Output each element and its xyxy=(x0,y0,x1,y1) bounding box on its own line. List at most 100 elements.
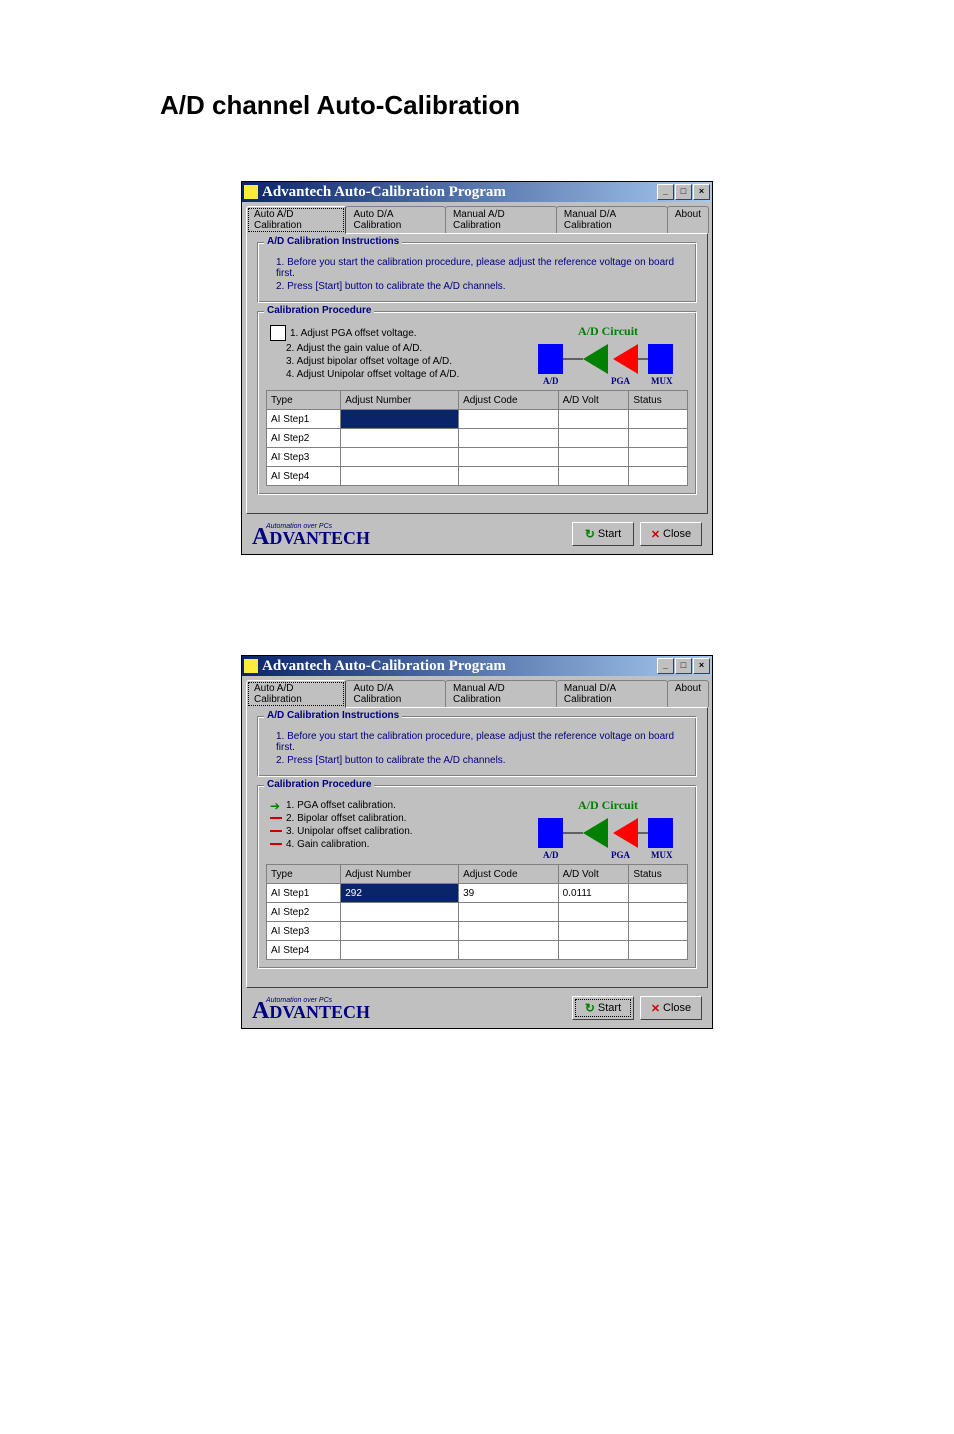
tab-manual-da[interactable]: Manual D/A Calibration xyxy=(556,680,668,707)
step-text: 4. Gain calibration. xyxy=(286,839,369,850)
step-text: 1. PGA offset calibration. xyxy=(286,800,396,811)
minimize-button[interactable]: _ xyxy=(657,658,674,674)
cell-type: AI Step3 xyxy=(267,922,341,941)
cell-type: AI Step4 xyxy=(267,941,341,960)
app-window: Advantech Auto-Calibration Program _ □ ×… xyxy=(241,655,713,1029)
tab-about[interactable]: About xyxy=(667,680,709,707)
close-icon xyxy=(651,1002,660,1015)
step-text: 1. Adjust PGA offset voltage. xyxy=(290,328,417,339)
step-text: 4. Adjust Unipolar offset voltage of A/D… xyxy=(286,369,459,380)
start-button[interactable]: Start xyxy=(572,522,634,546)
step-pending-icon xyxy=(270,843,282,845)
step-text: 3. Unipolar offset calibration. xyxy=(286,826,413,837)
circuit-title: A/D Circuit xyxy=(528,324,688,339)
titlebar: Advantech Auto-Calibration Program _ □ × xyxy=(242,182,712,202)
step-indicator-icon xyxy=(270,342,282,354)
col-header: Adjust Code xyxy=(459,865,559,884)
instruction-line: 2. Press [Start] button to calibrate the… xyxy=(276,755,688,766)
table-row: AI Step3 xyxy=(267,448,688,467)
close-window-button[interactable]: × xyxy=(693,658,710,674)
start-icon xyxy=(585,527,595,541)
close-button[interactable]: Close xyxy=(640,522,702,546)
instructions-title: A/D Calibration Instructions xyxy=(264,710,402,721)
cell-adjust-code xyxy=(459,922,559,941)
tab-about[interactable]: About xyxy=(667,206,709,233)
tab-auto-da[interactable]: Auto D/A Calibration xyxy=(345,680,445,707)
cell-adjust-number xyxy=(341,922,459,941)
cell-type: AI Step4 xyxy=(267,467,341,486)
titlebar: Advantech Auto-Calibration Program _ □ × xyxy=(242,656,712,676)
svg-text:A/D: A/D xyxy=(543,850,559,860)
instruction-line: 1. Before you start the calibration proc… xyxy=(276,731,688,753)
table-row: AI Step4 xyxy=(267,941,688,960)
tab-auto-da[interactable]: Auto D/A Calibration xyxy=(345,206,445,233)
step-pending-icon xyxy=(270,817,282,819)
window-title: Advantech Auto-Calibration Program xyxy=(262,184,657,201)
cell-adjust-code xyxy=(459,903,559,922)
svg-text:MUX: MUX xyxy=(651,850,673,860)
cell-adjust-number xyxy=(341,448,459,467)
procedure-title: Calibration Procedure xyxy=(264,779,374,790)
instructions-title: A/D Calibration Instructions xyxy=(264,236,402,247)
table-row: AI Step2 xyxy=(267,903,688,922)
tab-auto-ad[interactable]: Auto A/D Calibration xyxy=(246,680,346,708)
cell-status xyxy=(629,467,688,486)
step-text: 2. Adjust the gain value of A/D. xyxy=(286,343,422,354)
tab-manual-ad[interactable]: Manual A/D Calibration xyxy=(445,206,557,233)
circuit-title: A/D Circuit xyxy=(528,798,688,813)
window-title: Advantech Auto-Calibration Program xyxy=(262,658,657,675)
instruction-line: 1. Before you start the calibration proc… xyxy=(276,257,688,279)
table-row: AI Step2 xyxy=(267,429,688,448)
cell-adjust-code xyxy=(459,410,559,429)
col-header: Adjust Number xyxy=(341,865,459,884)
cell-adjust-number xyxy=(341,903,459,922)
table-row: AI Step3 xyxy=(267,922,688,941)
circuit-diagram: A/D Circuit A/D PGA MUX xyxy=(528,798,688,864)
cell-ad-volt xyxy=(558,467,629,486)
circuit-svg: A/D PGA MUX xyxy=(533,339,683,387)
col-header: Status xyxy=(629,865,688,884)
tab-auto-ad[interactable]: Auto A/D Calibration xyxy=(246,206,346,234)
cell-status xyxy=(629,884,688,903)
cell-type: AI Step1 xyxy=(267,884,341,903)
cell-status xyxy=(629,922,688,941)
minimize-button[interactable]: _ xyxy=(657,184,674,200)
tab-manual-da[interactable]: Manual D/A Calibration xyxy=(556,206,668,233)
cell-ad-volt xyxy=(558,410,629,429)
svg-text:PGA: PGA xyxy=(611,376,630,386)
step-text: 2. Bipolar offset calibration. xyxy=(286,813,406,824)
cell-type: AI Step1 xyxy=(267,410,341,429)
col-header: Adjust Number xyxy=(341,391,459,410)
app-icon xyxy=(244,185,258,199)
cell-status xyxy=(629,410,688,429)
app-icon xyxy=(244,659,258,673)
cell-type: AI Step2 xyxy=(267,903,341,922)
tabstrip: Auto A/D Calibration Auto D/A Calibratio… xyxy=(246,206,708,233)
cell-ad-volt xyxy=(558,922,629,941)
maximize-button[interactable]: □ xyxy=(675,658,692,674)
cell-status xyxy=(629,941,688,960)
cell-adjust-number xyxy=(341,429,459,448)
circuit-diagram: A/D Circuit A/D PGA MUX xyxy=(528,324,688,390)
col-header: A/D Volt xyxy=(558,391,629,410)
step-text: 3. Adjust bipolar offset voltage of A/D. xyxy=(286,356,452,367)
start-button[interactable]: Start xyxy=(572,996,634,1020)
svg-text:MUX: MUX xyxy=(651,376,673,386)
advantech-logo: Automation over PCs ADVANTECH xyxy=(252,997,572,1019)
cell-type: AI Step3 xyxy=(267,448,341,467)
cell-adjust-code xyxy=(459,467,559,486)
cell-ad-volt xyxy=(558,429,629,448)
step-indicator-icon xyxy=(270,325,286,341)
tab-manual-ad[interactable]: Manual A/D Calibration xyxy=(445,680,557,707)
maximize-button[interactable]: □ xyxy=(675,184,692,200)
instructions-group: A/D Calibration Instructions 1. Before y… xyxy=(257,242,697,303)
col-header: Adjust Code xyxy=(459,391,559,410)
cell-type: AI Step2 xyxy=(267,429,341,448)
calibration-table: Type Adjust Number Adjust Code A/D Volt … xyxy=(266,390,688,486)
procedure-group: Calibration Procedure 1. PGA offset cali… xyxy=(257,785,697,969)
close-window-button[interactable]: × xyxy=(693,184,710,200)
col-header: Type xyxy=(267,865,341,884)
step-active-arrow-icon xyxy=(270,799,282,811)
close-button[interactable]: Close xyxy=(640,996,702,1020)
svg-text:A/D: A/D xyxy=(543,376,559,386)
